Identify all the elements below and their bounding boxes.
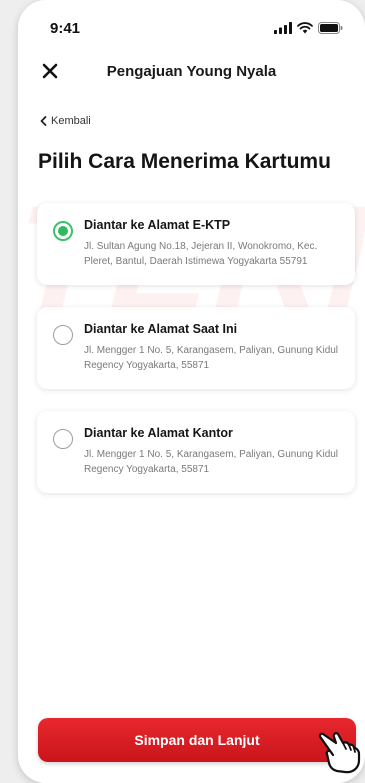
- radio-office-address[interactable]: [53, 429, 73, 449]
- signal-icon: [274, 22, 292, 34]
- option-current-address[interactable]: Diantar ke Alamat Saat Ini Jl. Mengger 1…: [37, 307, 355, 389]
- phone-screen: TERN 9:41: [18, 0, 365, 783]
- save-and-continue-button[interactable]: Simpan dan Lanjut: [38, 718, 356, 762]
- status-time: 9:41: [50, 19, 81, 37]
- back-label: Kembali: [51, 115, 91, 127]
- header-title: Pengajuan Young Nyala: [106, 62, 277, 80]
- bottom-action-area: Simpan dan Lanjut: [18, 706, 365, 783]
- radio-ektp-address[interactable]: [53, 221, 73, 241]
- page-title: Pilih Cara Menerima Kartumu: [38, 150, 331, 173]
- status-icons: [274, 22, 343, 34]
- option-title: Diantar ke Alamat Kantor: [84, 426, 233, 440]
- option-address: Jl. Sultan Agung No.18, Jejeran II, Wono…: [84, 241, 318, 267]
- option-address: Jl. Mengger 1 No. 5, Karangasem, Paliyan…: [84, 345, 339, 371]
- option-title: Diantar ke Alamat E-KTP: [84, 218, 231, 232]
- hand-pointer-icon: [318, 732, 361, 774]
- top-bar: Pengajuan Young Nyala: [18, 56, 365, 86]
- option-title: Diantar ke Alamat Saat Ini: [84, 322, 238, 336]
- wifi-icon: [297, 22, 313, 34]
- option-address: Jl. Mengger 1 No. 5, Karangasem, Paliyan…: [84, 449, 339, 475]
- back-link[interactable]: Kembali: [40, 113, 91, 129]
- option-office-address[interactable]: Diantar ke Alamat Kantor Jl. Mengger 1 N…: [37, 411, 355, 493]
- battery-icon: [318, 22, 343, 34]
- status-bar: 9:41: [18, 16, 365, 40]
- delivery-options: Diantar ke Alamat E-KTP Jl. Sultan Agung…: [37, 203, 355, 515]
- option-ektp-address[interactable]: Diantar ke Alamat E-KTP Jl. Sultan Agung…: [37, 203, 355, 285]
- radio-current-address[interactable]: [53, 325, 73, 345]
- chevron-left-icon: [40, 116, 47, 126]
